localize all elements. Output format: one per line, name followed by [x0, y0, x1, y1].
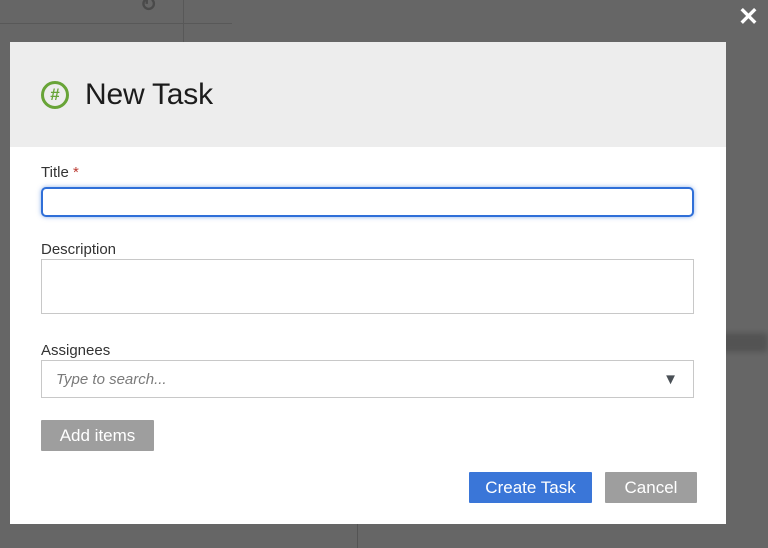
title-field-group: Title * — [41, 164, 694, 217]
cancel-button[interactable]: Cancel — [605, 472, 697, 503]
assignees-search-input[interactable] — [42, 361, 664, 397]
close-icon[interactable]: ✕ — [734, 3, 763, 32]
add-items-button[interactable]: Add items — [41, 420, 154, 451]
dialog-header: # New Task — [10, 42, 726, 147]
title-label-text: Title — [41, 164, 69, 181]
dialog-footer: Create Task Cancel — [10, 472, 697, 503]
assignees-field-group: Assignees ▼ — [41, 342, 694, 398]
assignees-label: Assignees — [41, 342, 111, 359]
description-field-group: Description — [41, 241, 694, 314]
required-asterisk: * — [72, 164, 79, 181]
new-task-dialog: # New Task Title * Description Assignees… — [10, 42, 726, 524]
dialog-title: New Task — [85, 77, 213, 111]
dropdown-arrow-icon[interactable]: ▼ — [663, 372, 693, 387]
title-input[interactable] — [41, 187, 694, 217]
description-textarea[interactable] — [41, 259, 694, 314]
task-hash-icon: # — [41, 80, 69, 109]
description-label: Description — [41, 241, 117, 258]
create-task-button[interactable]: Create Task — [469, 472, 592, 503]
title-label: Title * — [41, 164, 694, 182]
assignees-combobox[interactable]: ▼ — [41, 360, 694, 398]
